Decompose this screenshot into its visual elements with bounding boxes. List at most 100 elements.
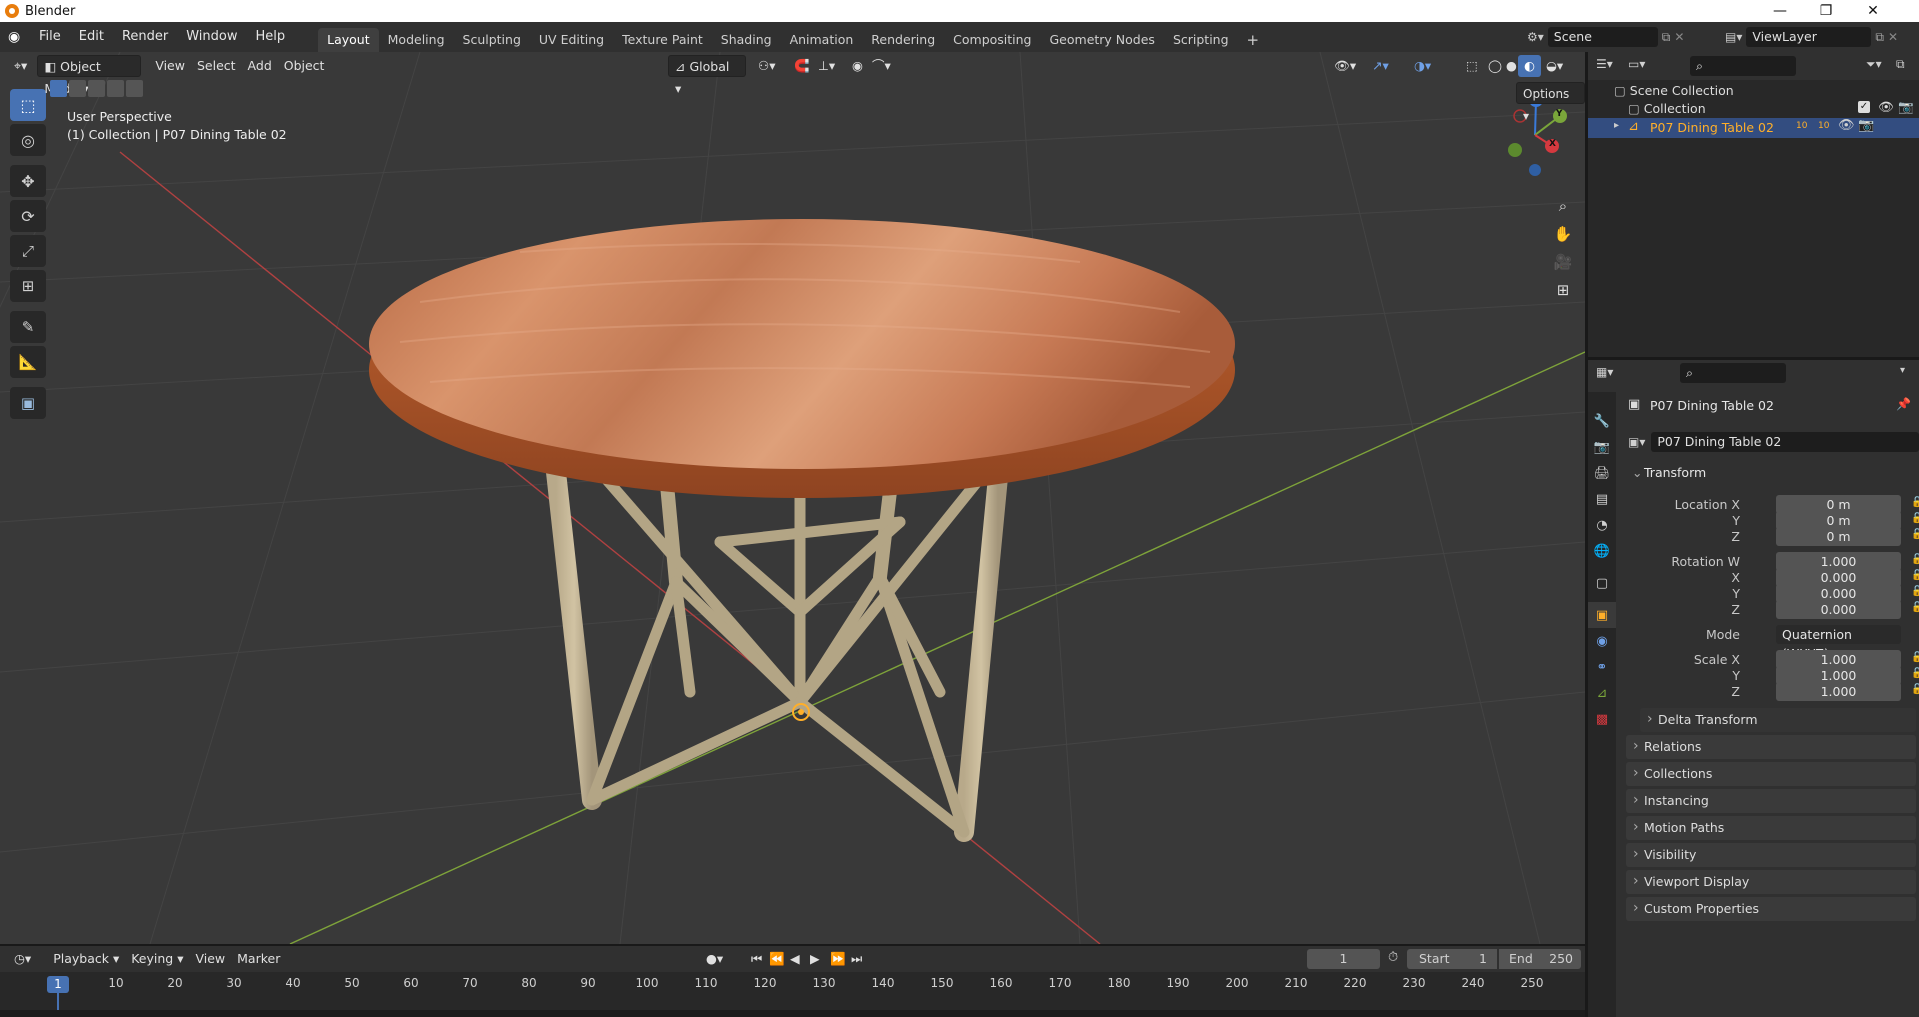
tab-compositing[interactable]: Compositing — [944, 28, 1040, 52]
lock-icon[interactable]: 🔓 — [1911, 570, 1919, 581]
tab-uv-editing[interactable]: UV Editing — [530, 28, 613, 52]
camera-icon[interactable]: 🎥 — [1549, 248, 1577, 276]
lock-icon[interactable]: 🔓 — [1911, 668, 1919, 679]
tab-layout[interactable]: Layout — [318, 28, 379, 52]
transform-orientation-select[interactable]: ⊿ Global ▾ — [668, 55, 746, 96]
minimize-icon[interactable]: — — [1757, 0, 1803, 22]
lock-icon[interactable]: 🔓 — [1911, 554, 1919, 565]
end-frame-field[interactable]: End 250 — [1499, 949, 1581, 969]
timeline-editor-type-icon[interactable]: ◷▾ — [8, 948, 37, 970]
timeline-scrollbar[interactable] — [0, 1010, 1585, 1017]
select-intersect-icon[interactable] — [126, 80, 143, 97]
delta-transform-panel[interactable]: Delta Transform — [1640, 707, 1916, 732]
render-camera-icon[interactable]: 📷 — [1898, 99, 1914, 115]
new-view-layer-icon[interactable]: ⧉ — [1875, 30, 1884, 45]
instancing-panel[interactable]: Instancing — [1626, 788, 1916, 813]
xray-icon[interactable]: ⬚ — [1460, 55, 1484, 77]
material-shading-icon[interactable]: ◐ — [1518, 55, 1541, 77]
tab-geometry-nodes[interactable]: Geometry Nodes — [1041, 28, 1164, 52]
view-layer-icon[interactable]: ▤▾ — [1725, 30, 1742, 44]
rendered-shading-icon[interactable]: ◒▾ — [1540, 55, 1569, 77]
select-subtract-icon[interactable] — [88, 80, 105, 97]
eye-icon[interactable]: 👁 — [1878, 99, 1894, 115]
filter-icon[interactable]: ⏷▾ — [1866, 57, 1882, 72]
snap-target-icon[interactable]: ⊥▾ — [812, 55, 841, 77]
view-layer-tab-icon[interactable]: ▤ — [1588, 486, 1616, 512]
collections-panel[interactable]: Collections — [1626, 761, 1916, 786]
motion-paths-panel[interactable]: Motion Paths — [1626, 815, 1916, 840]
zoom-icon[interactable]: ⌕ — [1549, 192, 1577, 220]
viewport-display-panel[interactable]: Viewport Display — [1626, 869, 1916, 894]
lock-icon[interactable]: 🔓 — [1911, 529, 1919, 540]
add-cube-tool[interactable]: ▣ — [10, 387, 46, 419]
annotate-tool[interactable]: ✎ — [10, 311, 46, 343]
options-button[interactable]: Options ▾ — [1516, 82, 1585, 123]
tab-scripting[interactable]: Scripting — [1164, 28, 1238, 52]
menu-window[interactable]: Window — [177, 22, 246, 52]
playhead[interactable]: 1 — [47, 976, 69, 993]
eye-icon[interactable]: 👁 — [1838, 118, 1855, 133]
menu-file[interactable]: File — [30, 22, 70, 52]
play-icon[interactable]: ▶ — [804, 948, 826, 970]
cursor-tool[interactable]: ◎ — [10, 124, 46, 156]
render-camera-icon[interactable]: 📷 — [1858, 118, 1874, 133]
display-mode-icon[interactable]: ▭▾ — [1628, 57, 1645, 71]
pan-hand-icon[interactable]: ✋ — [1549, 220, 1577, 248]
menu-timeline-view[interactable]: View — [189, 948, 231, 970]
scene-field[interactable]: Scene — [1547, 27, 1658, 47]
data-tab-icon[interactable]: ⊿ — [1588, 680, 1616, 706]
add-workspace-icon[interactable]: + — [1238, 28, 1269, 52]
grid-perspective-icon[interactable]: ⊞ — [1549, 276, 1577, 304]
transform-tool[interactable]: ⊞ — [10, 270, 46, 302]
mode-select[interactable]: ◧ Object Mode ▾ — [37, 55, 142, 96]
pivot-icon[interactable]: ⚇▾ — [752, 55, 781, 77]
expand-arrow-icon[interactable]: ▸ — [1614, 120, 1619, 131]
scale-z-field[interactable]: 1.000 — [1776, 682, 1901, 701]
world-tab-icon[interactable]: 🌐 — [1588, 538, 1616, 564]
custom-properties-panel[interactable]: Custom Properties — [1626, 896, 1916, 921]
rotate-tool[interactable]: ⟳ — [10, 200, 46, 232]
select-invert-icon[interactable] — [107, 80, 124, 97]
tab-shading[interactable]: Shading — [712, 28, 781, 52]
outliner-search-input[interactable]: ⌕ — [1690, 56, 1796, 76]
overlays-icon[interactable]: ◑▾ — [1408, 55, 1437, 77]
menu-help[interactable]: Help — [247, 22, 295, 52]
properties-options-icon[interactable]: ▾ — [1900, 365, 1905, 376]
tab-rendering[interactable]: Rendering — [862, 28, 944, 52]
scale-tool[interactable]: ⤢ — [10, 235, 46, 267]
menu-render[interactable]: Render — [113, 22, 177, 52]
blender-menu-icon[interactable]: ◉ — [8, 29, 30, 45]
tool-tab-icon[interactable]: 🔧 — [1588, 408, 1616, 434]
menu-marker[interactable]: Marker — [231, 948, 286, 970]
rotation-z-field[interactable]: 0.000 — [1776, 600, 1901, 619]
scene-icon[interactable]: ⚙▾ — [1527, 30, 1544, 44]
new-scene-icon[interactable]: ⧉ — [1662, 30, 1671, 45]
select-new-icon[interactable] — [50, 80, 67, 97]
outliner-editor-type-icon[interactable]: ☰▾ — [1596, 57, 1613, 71]
3d-viewport[interactable]: User Perspective (1) Collection | P07 Di… — [0, 52, 1585, 944]
menu-select[interactable]: Select — [191, 55, 242, 77]
physics-tab-icon[interactable]: ◉ — [1588, 628, 1616, 654]
menu-view[interactable]: View — [149, 55, 191, 77]
transform-panel-header[interactable]: ⌄ Transform — [1626, 461, 1919, 485]
delete-scene-icon[interactable]: ✕ — [1674, 30, 1684, 44]
output-tab-icon[interactable]: 🖨 — [1588, 460, 1616, 486]
object-tab-icon[interactable]: ▣ — [1588, 602, 1616, 628]
tab-modeling[interactable]: Modeling — [379, 28, 454, 52]
view-layer-field[interactable]: ViewLayer — [1746, 27, 1872, 47]
gizmos-icon[interactable]: ↗▾ — [1366, 55, 1395, 77]
properties-editor-type-icon[interactable]: ▦▾ — [1596, 365, 1613, 379]
scene-collection-row[interactable]: ▢ Scene Collection — [1614, 83, 1734, 98]
select-extend-icon[interactable] — [69, 80, 86, 97]
editor-type-icon[interactable]: ⌖▾ — [8, 55, 33, 77]
lock-icon[interactable]: 🔓 — [1911, 684, 1919, 695]
move-tool[interactable]: ✥ — [10, 165, 46, 197]
lock-icon[interactable]: 🔓 — [1911, 586, 1919, 597]
visibility-panel[interactable]: Visibility — [1626, 842, 1916, 867]
lock-icon[interactable]: 🔓 — [1911, 497, 1919, 508]
tab-texture-paint[interactable]: Texture Paint — [613, 28, 712, 52]
rotation-mode-select[interactable]: Quaternion (WXYZ)⌄ — [1776, 625, 1901, 661]
scene-tab-icon[interactable]: ◔ — [1588, 512, 1616, 538]
menu-edit[interactable]: Edit — [70, 22, 113, 52]
current-frame-field[interactable]: 1 — [1307, 949, 1380, 969]
